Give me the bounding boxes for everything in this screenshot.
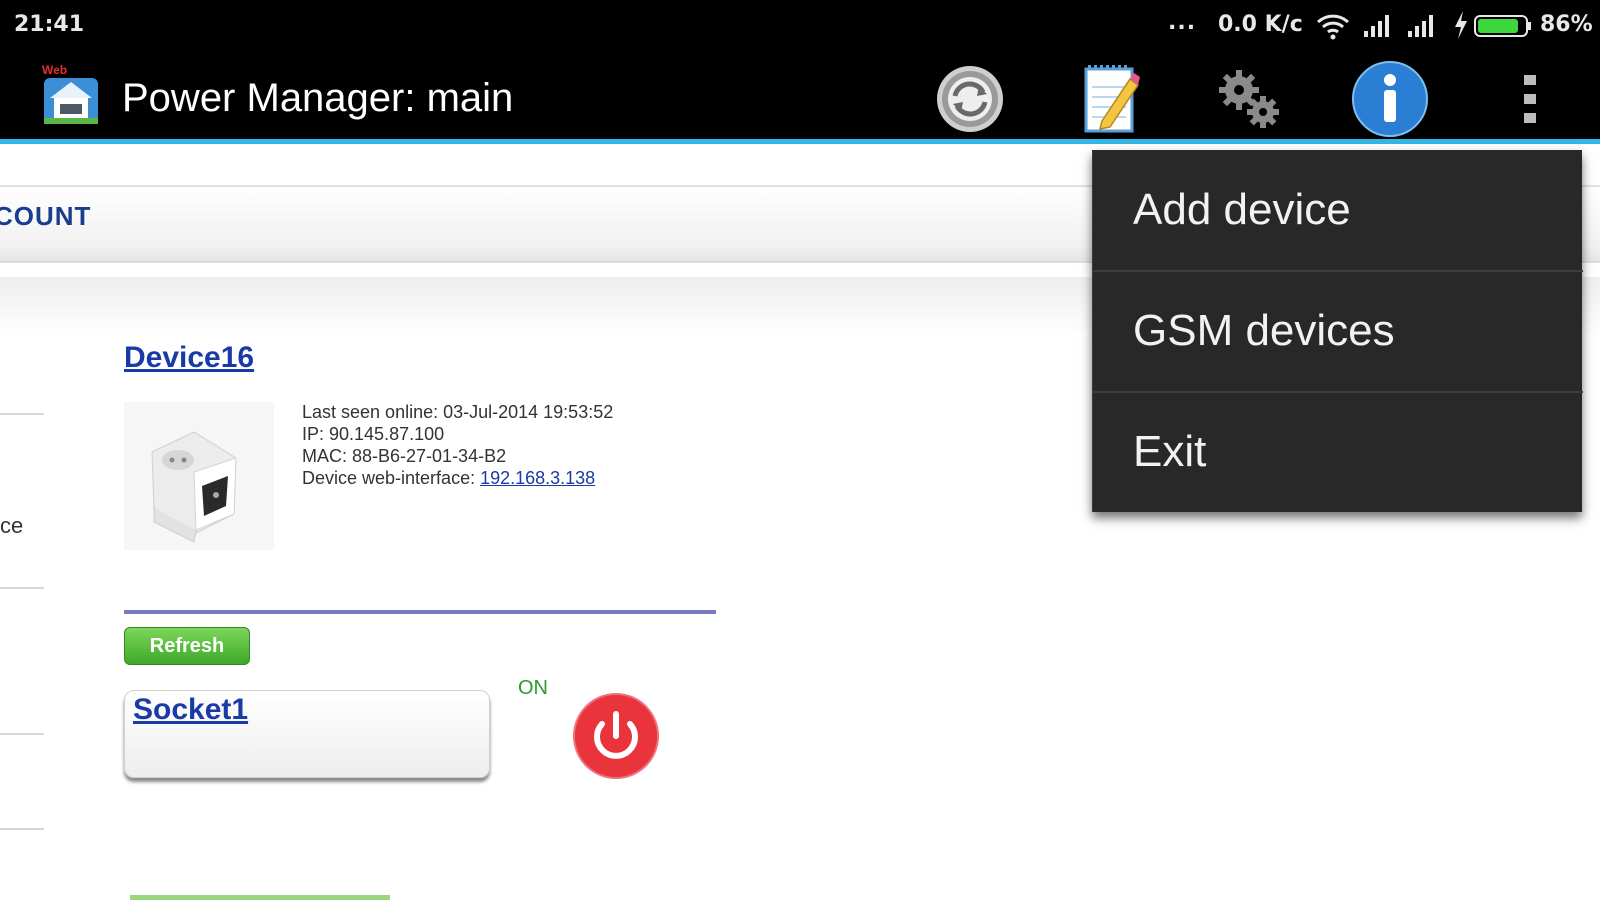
socket-card[interactable]: Socket1 — [124, 690, 490, 778]
refresh-button[interactable]: Refresh — [124, 627, 250, 665]
info-action-button[interactable] — [1350, 60, 1430, 138]
overflow-menu-button[interactable] — [1490, 60, 1570, 138]
smart-socket-image — [124, 402, 274, 550]
sidebar-divider — [0, 828, 44, 830]
overflow-menu-icon — [1524, 75, 1536, 123]
sidebar-divider — [0, 413, 44, 415]
refresh-icon — [937, 66, 1003, 132]
page-title: Power Manager: main — [122, 76, 514, 120]
menu-item-add-device[interactable]: Add device — [1093, 150, 1583, 270]
battery-percent: 86% — [1540, 12, 1593, 37]
device-web-interface-link[interactable]: 192.168.3.138 — [480, 468, 595, 488]
sidebar-divider — [0, 587, 44, 589]
signal-icon-sim1 — [1364, 15, 1389, 37]
device-web-interface-label: Device web-interface: — [302, 468, 481, 488]
action-bar: Web Power Manager: main — [0, 52, 1600, 144]
menu-item-gsm-devices[interactable]: GSM devices — [1093, 271, 1583, 391]
status-time: 21:41 — [14, 12, 85, 37]
overflow-menu: Add device GSM devices Exit — [1092, 150, 1583, 512]
menu-item-exit[interactable]: Exit — [1093, 392, 1583, 512]
network-speed: 0.0 K/c — [1218, 12, 1303, 37]
device-last-seen: Last seen online: 03-Jul-2014 19:53:52 — [302, 402, 614, 422]
refresh-action-button[interactable] — [930, 60, 1010, 138]
device-web-interface: Device web-interface: 192.168.3.138 — [302, 467, 613, 489]
account-header-label: COUNT — [0, 201, 92, 231]
settings-action-button[interactable] — [1210, 60, 1290, 138]
section-divider — [124, 610, 716, 614]
status-more-dots: ... — [1168, 10, 1197, 35]
battery-icon — [1474, 15, 1531, 37]
signal-icon-sim2 — [1408, 15, 1433, 37]
sidebar-item-label[interactable]: ce — [0, 513, 23, 539]
next-section-edge — [130, 895, 390, 900]
power-toggle-button[interactable] — [572, 692, 660, 780]
app-logo-icon[interactable]: Web — [40, 60, 102, 128]
status-bar: 21:41 ... 0.0 K/c 86% — [0, 0, 1600, 52]
device-ip: IP: 90.145.87.100 — [302, 424, 445, 444]
socket-name-link[interactable]: Socket1 — [133, 693, 248, 727]
device-mac: MAC: 88-B6-27-01-34-B2 — [302, 446, 507, 466]
sidebar-divider — [0, 733, 44, 735]
socket-status-badge: ON — [518, 677, 548, 699]
device-name-link[interactable]: Device16 — [124, 341, 254, 375]
settings-icon — [1219, 70, 1279, 128]
app-logo-badge: Web — [42, 63, 67, 77]
device-details: Last seen online: 03-Jul-2014 19:53:52 I… — [302, 401, 613, 489]
charging-icon — [1455, 11, 1467, 39]
notes-icon — [1084, 65, 1140, 133]
info-icon — [1352, 61, 1428, 137]
notes-action-button[interactable] — [1070, 60, 1150, 138]
wifi-icon — [1316, 14, 1350, 40]
